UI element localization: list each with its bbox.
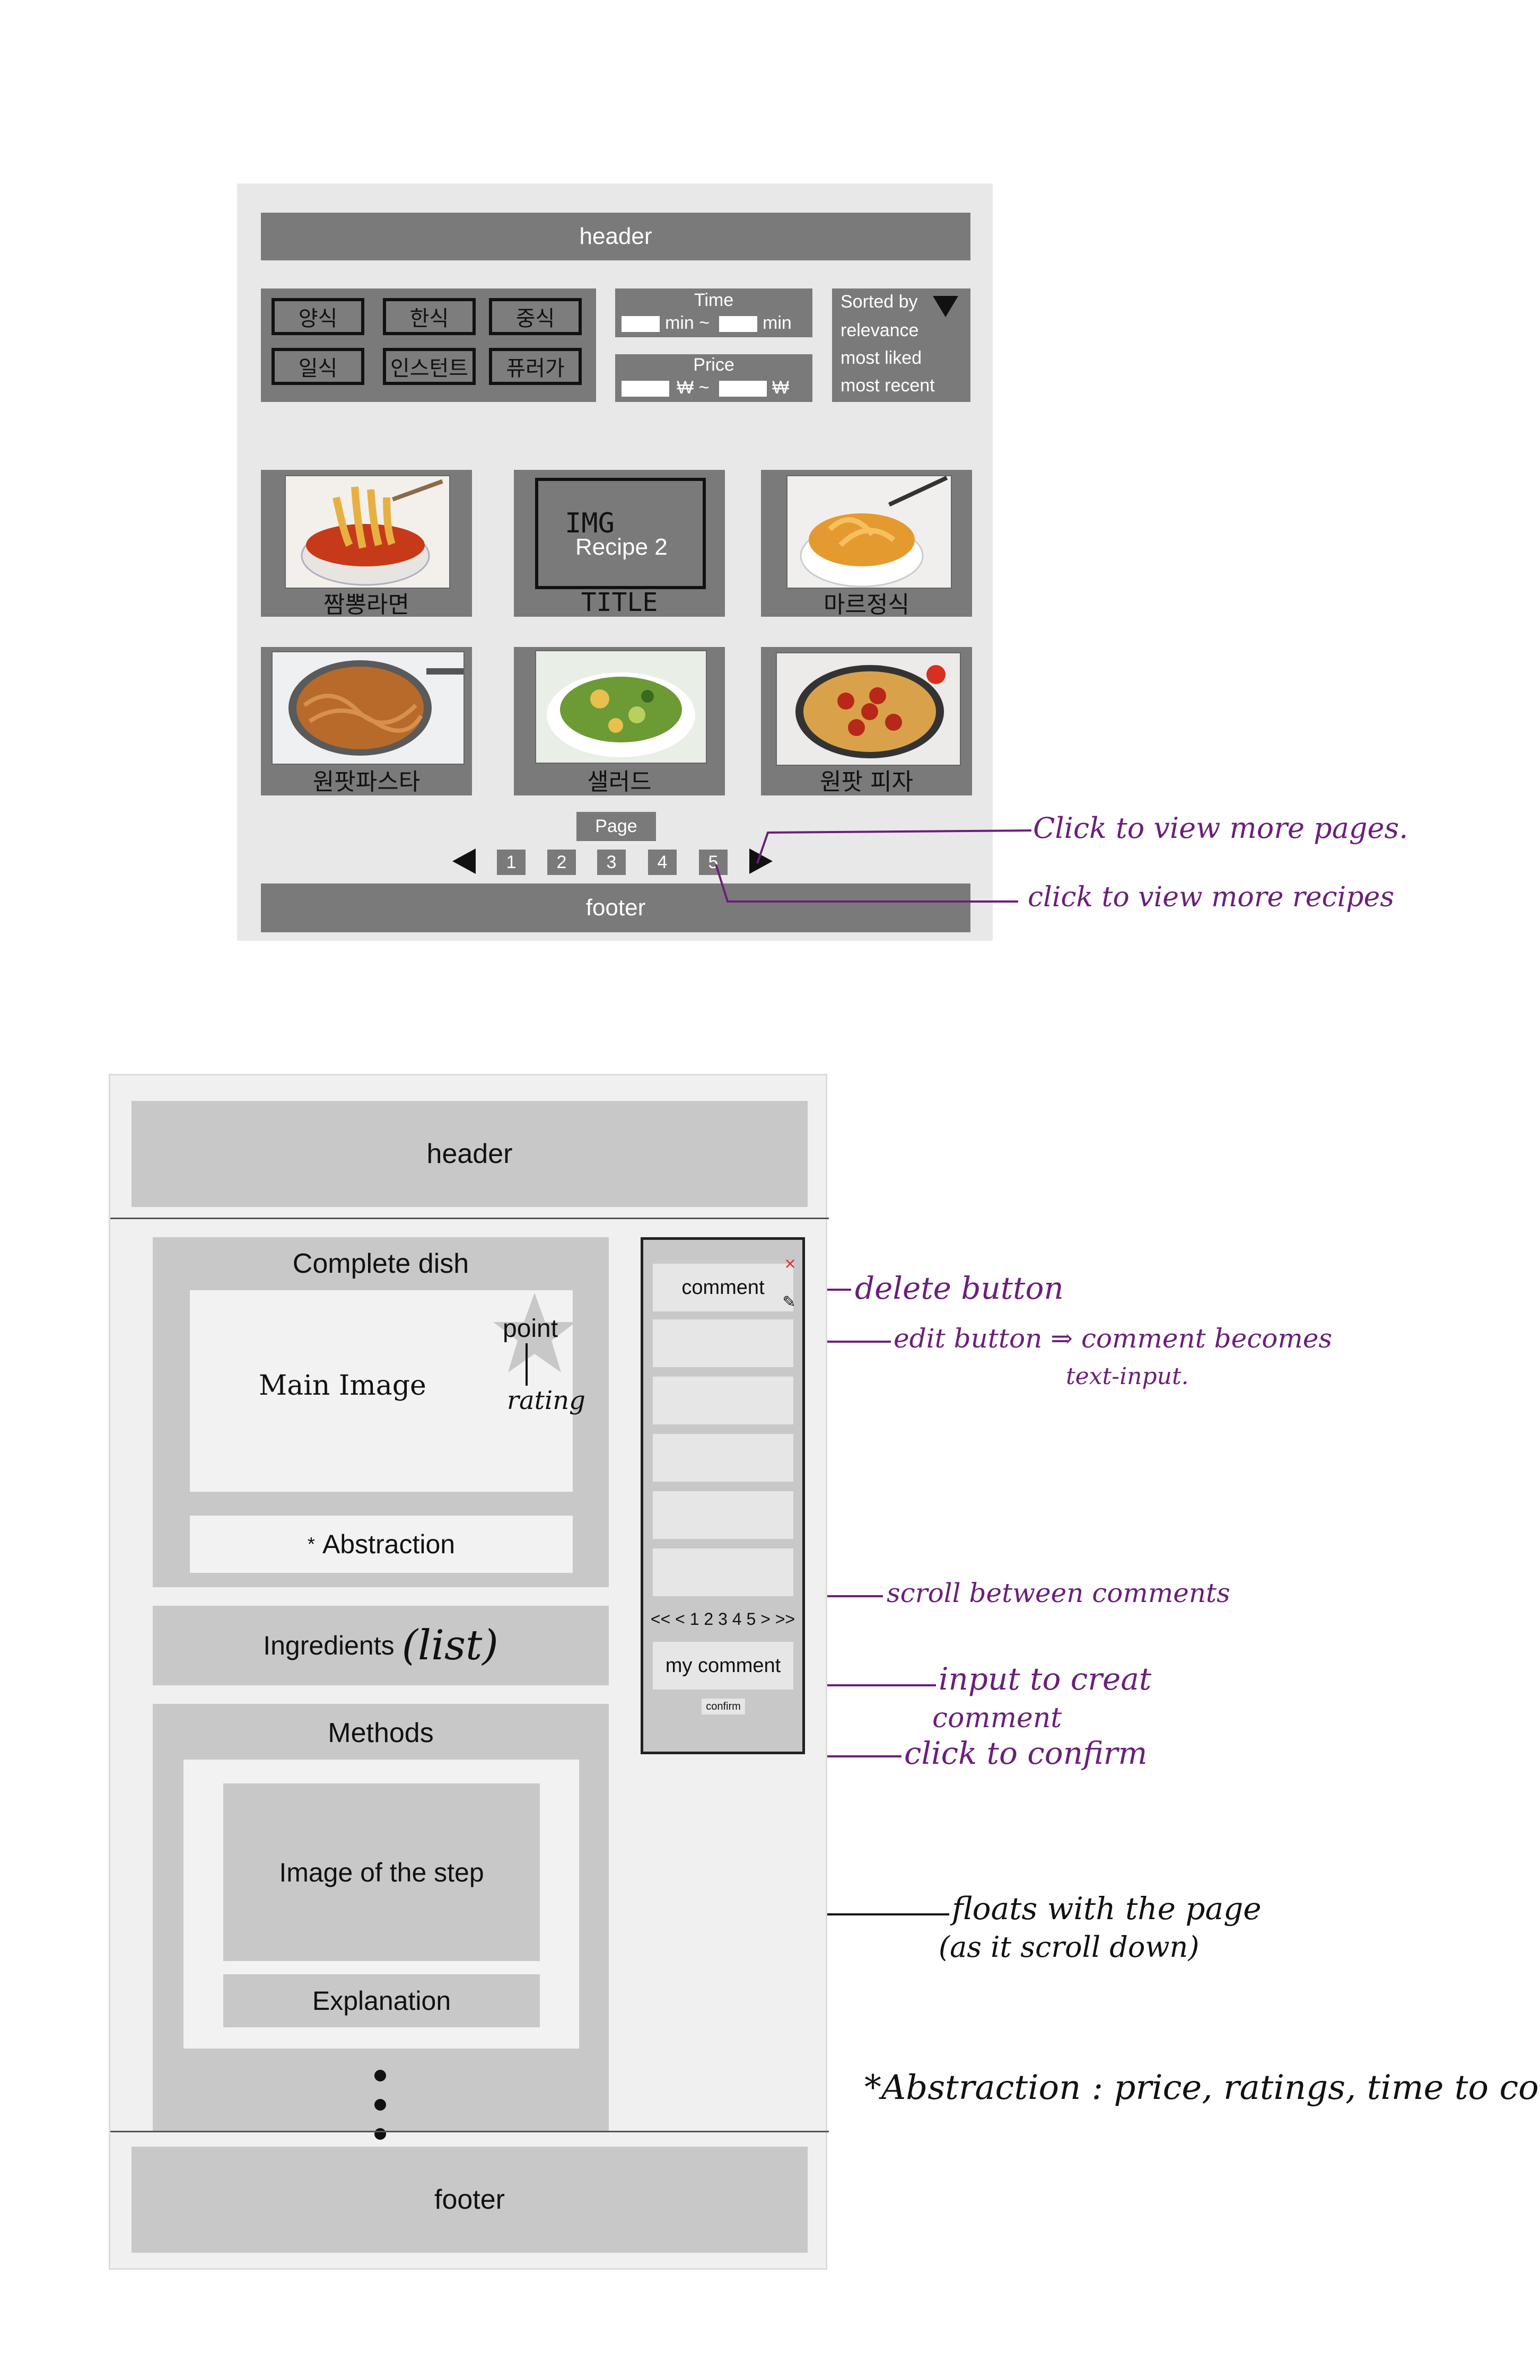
point-connector [526, 1343, 528, 1386]
delete-icon[interactable]: × [782, 1253, 798, 1274]
step-image-placeholder: Image of the step [223, 1783, 540, 1961]
comment-item [653, 1319, 793, 1367]
comment-item [653, 1434, 793, 1482]
comment-item [653, 1548, 793, 1596]
my-comment-input[interactable]: my comment [653, 1642, 793, 1690]
divider [110, 1218, 829, 1219]
rating-label: rating [507, 1386, 585, 1415]
annotation-input: input to creat [939, 1661, 1152, 1697]
annotation-more-recipes: click to view more recipes [1028, 881, 1395, 913]
main-image-placeholder: Main Image point rating [190, 1290, 585, 1492]
complete-dish-title: Complete dish [292, 1248, 469, 1279]
step-explanation: Explanation [223, 1974, 540, 2027]
annotation-confirm: click to confirm [904, 1735, 1148, 1771]
annotation-scroll: scroll between comments [887, 1578, 1230, 1608]
methods-title: Methods [328, 1718, 434, 1748]
complete-dish-section: Complete dish Main Image point rating * … [153, 1237, 609, 1587]
ingredients-section: Ingredients (list) [153, 1606, 609, 1685]
more-dot [374, 2128, 386, 2140]
annotation-delete: delete button [855, 1270, 1064, 1306]
comment-item [653, 1377, 793, 1424]
abstraction-star: * [307, 1533, 315, 1555]
edit-pencil-icon[interactable]: ✎ [780, 1293, 798, 1311]
comment-panel-lower: << < 1 2 3 4 5 > >> my comment confirm [641, 1600, 805, 1754]
annotation-input-cont: comment [932, 1702, 1062, 1734]
annotation-abstraction-note: *Abstraction : price, ratings, time to c… [864, 2068, 1540, 2107]
ingredients-list-note: (list) [401, 1622, 498, 1669]
footer-label: footer [434, 2184, 505, 2215]
annotation-floats: floats with the page [952, 1891, 1262, 1927]
comment-item: comment [653, 1264, 793, 1311]
abstraction-label: Abstraction [322, 1529, 456, 1559]
footer-bar: footer [132, 2147, 808, 2253]
comment-panel: comment × ✎ [641, 1237, 805, 1606]
annotation-edit-cont: text-input. [1066, 1363, 1189, 1390]
main-image-label: Main Image [259, 1370, 426, 1402]
comment-pager[interactable]: << < 1 2 3 4 5 > >> [643, 1606, 802, 1632]
annotation-more-pages: Click to view more pages. [1033, 811, 1408, 845]
recipe-detail-wireframe: header Complete dish Main Image point ra… [109, 1074, 829, 2270]
divider [110, 2131, 829, 2132]
method-step-card: Image of the step Explanation [183, 1760, 579, 2049]
header-label: header [426, 1139, 513, 1169]
abstraction-box: * Abstraction [190, 1516, 573, 1573]
annotation-edit: edit button ⇒ comment becomes [894, 1323, 1333, 1354]
more-dot [374, 2070, 386, 2081]
point-label: point [503, 1315, 558, 1343]
confirm-button[interactable]: confirm [702, 1699, 745, 1714]
comment-item [653, 1491, 793, 1539]
header-bar: header [132, 1101, 808, 1207]
ingredients-label: Ingredients [263, 1631, 395, 1660]
annotation-floats-cont: (as it scroll down) [939, 1930, 1200, 1964]
methods-section: Methods Image of the step Explanation [153, 1704, 609, 2140]
more-dot [374, 2099, 386, 2111]
